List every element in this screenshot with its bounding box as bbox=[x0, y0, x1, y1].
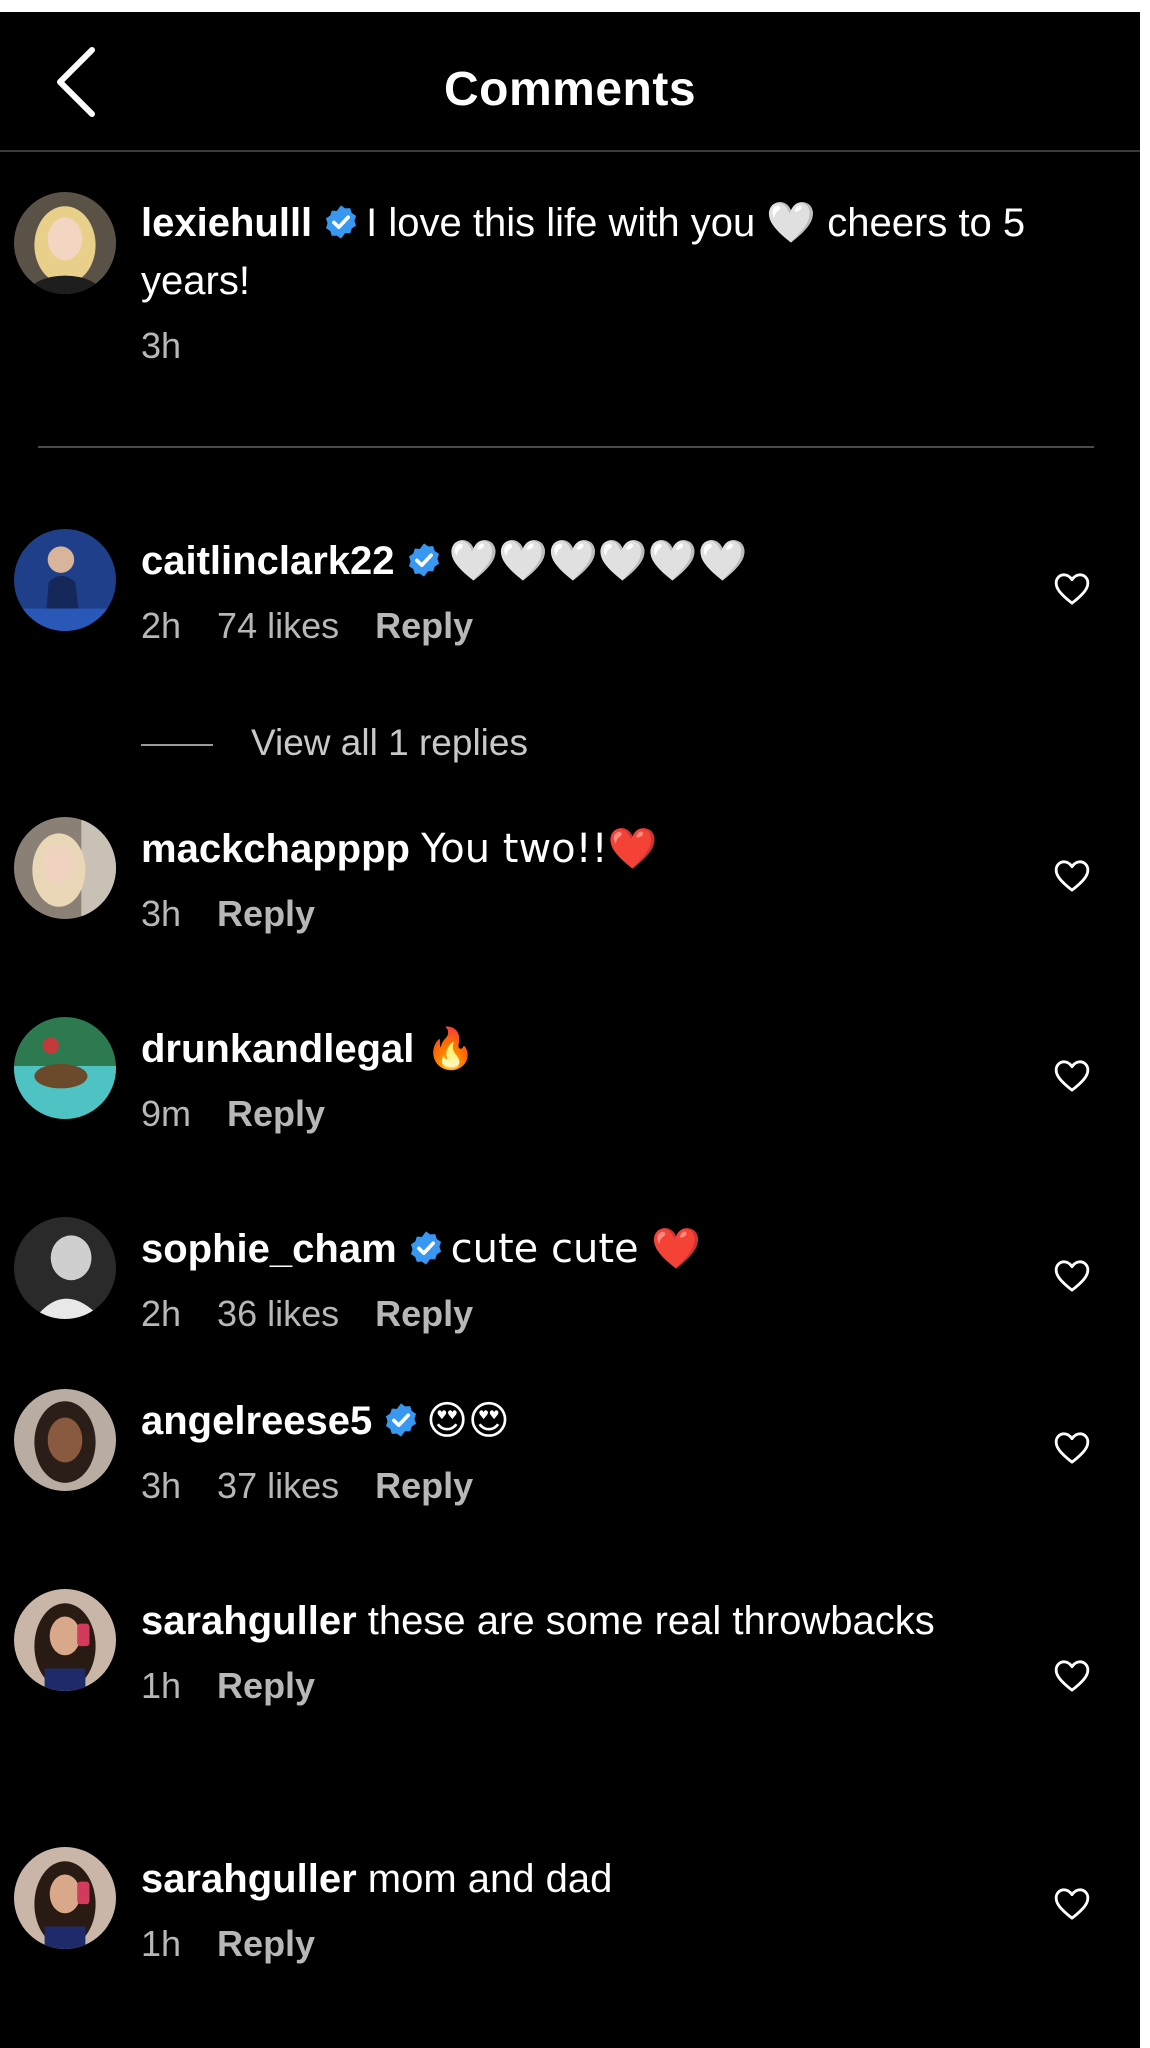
comment-username[interactable]: mackchapppp bbox=[141, 827, 410, 871]
verified-badge-icon bbox=[322, 203, 360, 241]
avatar[interactable] bbox=[14, 1589, 116, 1691]
like-button[interactable] bbox=[1052, 1056, 1092, 1096]
comment-likes[interactable]: 37 likes bbox=[217, 1465, 339, 1506]
like-button[interactable] bbox=[1052, 856, 1092, 896]
comment-row: angelreese5 😍😍 3h 37 likes Reply bbox=[141, 1392, 1101, 1508]
reply-button[interactable]: Reply bbox=[375, 605, 473, 646]
verified-badge-icon bbox=[382, 1401, 420, 1439]
verified-badge-icon bbox=[405, 541, 443, 579]
verified-badge-icon bbox=[407, 1229, 445, 1267]
comment-username[interactable]: angelreese5 bbox=[141, 1399, 372, 1443]
comment-time: 2h bbox=[141, 1293, 182, 1334]
comment-time: 1h bbox=[141, 1923, 182, 1964]
comment-row: drunkandlegal 🔥 9m Reply bbox=[141, 1020, 1101, 1136]
reply-button[interactable]: Reply bbox=[217, 1665, 315, 1706]
comment-text: 😍😍 bbox=[426, 1398, 510, 1444]
comment-row: sarahguller these are some real throwbac… bbox=[141, 1592, 1101, 1708]
like-button[interactable] bbox=[1052, 1884, 1092, 1924]
reply-button[interactable]: Reply bbox=[217, 1923, 315, 1964]
comment-text: 🔥 bbox=[425, 1026, 476, 1072]
comment-text: mom and dad bbox=[367, 1857, 613, 1901]
avatar-photo bbox=[14, 192, 116, 294]
page-title: Comments bbox=[443, 63, 697, 116]
reply-button[interactable]: Reply bbox=[375, 1293, 473, 1334]
like-button[interactable] bbox=[1052, 1428, 1092, 1468]
avatar[interactable] bbox=[14, 1017, 116, 1119]
comment-time: 2h bbox=[141, 605, 182, 646]
comments-screen: Comments lexiehulll I love this life with… bbox=[0, 12, 1140, 2048]
reply-button[interactable]: Reply bbox=[217, 893, 315, 934]
heart-outline-icon bbox=[1054, 573, 1090, 605]
avatar[interactable] bbox=[14, 192, 116, 294]
comment-username[interactable]: caitlinclark22 bbox=[141, 539, 395, 583]
avatar[interactable] bbox=[14, 817, 116, 919]
comment-likes[interactable]: 74 likes bbox=[217, 605, 339, 646]
divider bbox=[38, 446, 1094, 448]
comment-text: these are some real throwbacks bbox=[367, 1599, 935, 1643]
comment-likes[interactable]: 36 likes bbox=[217, 1293, 339, 1334]
avatar-photo bbox=[14, 1847, 116, 1949]
reply-button[interactable]: Reply bbox=[227, 1093, 325, 1134]
comment-text: cute cute ❤️ bbox=[450, 1226, 702, 1272]
avatar-photo bbox=[14, 1589, 116, 1691]
comment-text: 🤍🤍🤍🤍🤍🤍 bbox=[448, 538, 748, 584]
comment-username[interactable]: drunkandlegal bbox=[141, 1027, 414, 1071]
caption-time: 3h bbox=[141, 325, 182, 366]
avatar[interactable] bbox=[14, 1389, 116, 1491]
heart-outline-icon bbox=[1054, 1888, 1090, 1920]
comment-username[interactable]: sarahguller bbox=[141, 1599, 357, 1643]
heart-outline-icon bbox=[1054, 1060, 1090, 1092]
like-button[interactable] bbox=[1052, 1256, 1092, 1296]
heart-outline-icon bbox=[1054, 860, 1090, 892]
heart-outline-icon bbox=[1054, 1660, 1090, 1692]
avatar-photo bbox=[14, 1389, 116, 1491]
heart-outline-icon bbox=[1054, 1260, 1090, 1292]
heart-outline-icon bbox=[1054, 1432, 1090, 1464]
comment-username[interactable]: sarahguller bbox=[141, 1857, 357, 1901]
comment-text: You two!!❤️ bbox=[421, 826, 658, 872]
comment-time: 3h bbox=[141, 1465, 182, 1506]
view-replies-label: View all 1 replies bbox=[251, 722, 528, 763]
comment-row: caitlinclark22 🤍🤍🤍🤍🤍🤍 2h 74 likes Reply bbox=[141, 532, 1101, 648]
avatar[interactable] bbox=[14, 529, 116, 631]
caption-username[interactable]: lexiehulll bbox=[141, 201, 312, 245]
header: Comments bbox=[0, 12, 1140, 152]
reply-button[interactable]: Reply bbox=[375, 1465, 473, 1506]
avatar-photo bbox=[14, 1217, 116, 1319]
comment-row: sarahguller mom and dad 1h Reply bbox=[141, 1850, 1101, 1966]
replies-divider-line bbox=[141, 744, 213, 746]
avatar-photo bbox=[14, 817, 116, 919]
avatar[interactable] bbox=[14, 1847, 116, 1949]
comment-time: 9m bbox=[141, 1093, 192, 1134]
avatar-photo bbox=[14, 529, 116, 631]
like-button[interactable] bbox=[1052, 1656, 1092, 1696]
avatar-photo bbox=[14, 1017, 116, 1119]
avatar[interactable] bbox=[14, 1217, 116, 1319]
like-button[interactable] bbox=[1052, 569, 1092, 609]
comment-row: sophie_cham cute cute ❤️ 2h 36 likes Reply bbox=[141, 1220, 1101, 1336]
caption: lexiehulll I love this life with you 🤍 ch… bbox=[141, 194, 1131, 368]
comment-row: mackchapppp You two!!❤️ 3h Reply bbox=[141, 820, 1101, 936]
comment-time: 1h bbox=[141, 1665, 182, 1706]
comment-username[interactable]: sophie_cham bbox=[141, 1227, 397, 1271]
comment-time: 3h bbox=[141, 893, 182, 934]
